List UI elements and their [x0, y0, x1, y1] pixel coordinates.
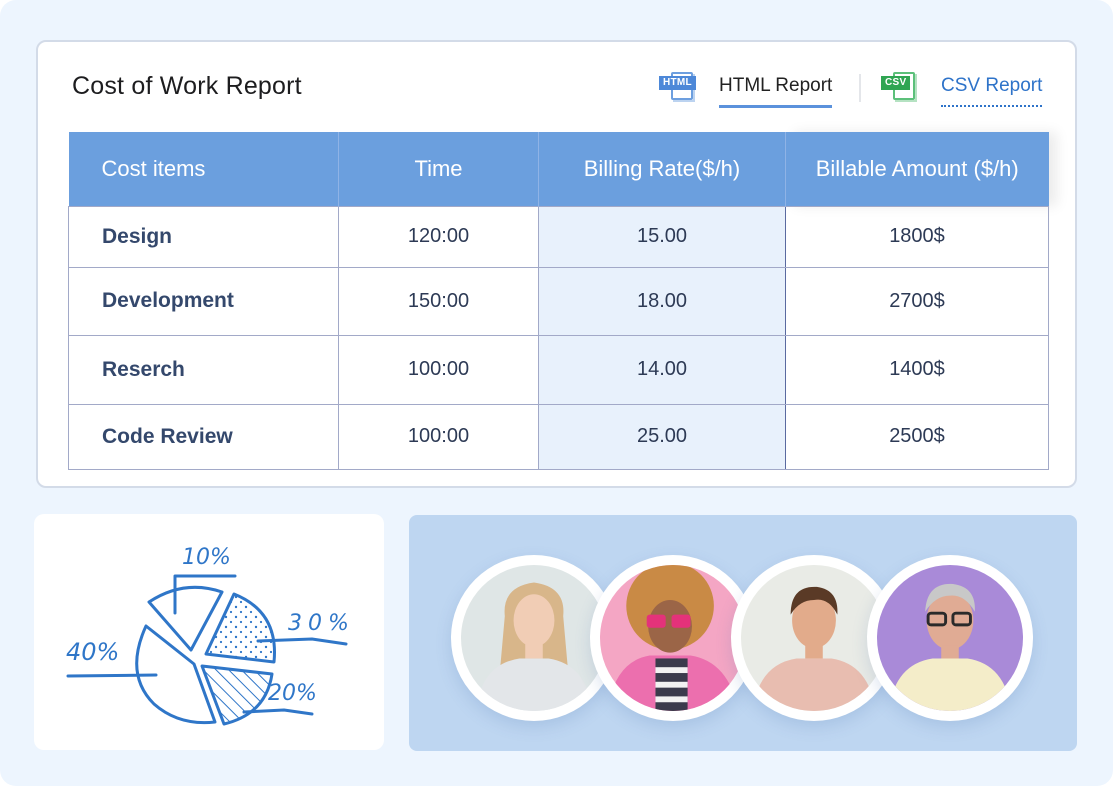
avatar-older-man-glasses-icon [877, 565, 1023, 711]
report-title: Cost of Work Report [72, 72, 302, 100]
cell-item: Development [68, 266, 339, 336]
pie-label-20: 20% [268, 681, 317, 706]
table-row: Design 120:00 15.00 1800$ [68, 205, 1049, 268]
leader-20 [242, 708, 314, 716]
header-billing-rate: Billing Rate($/h) [538, 132, 786, 206]
avatar-man-smiling-icon [741, 565, 887, 711]
pie-sketch-illustration: 10% 30% 20% 40% [66, 545, 355, 726]
tab-divider [859, 74, 861, 102]
cell-rate: 18.00 [538, 266, 786, 336]
html-badge: HTML [659, 76, 696, 90]
avatar-woman-blonde-icon [461, 565, 607, 711]
csv-report-tab[interactable]: CSV CSV Report [877, 66, 1043, 108]
cell-item: Reserch [68, 334, 339, 405]
leader-40 [66, 673, 158, 678]
html-report-tab[interactable]: HTML HTML Report [655, 66, 833, 108]
leader-10 [173, 574, 237, 615]
cost-report-card: Cost of Work Report HTML HTML Report CSV… [36, 40, 1077, 488]
pie-sketch-panel: 10% 30% 20% 40% [34, 514, 384, 750]
pie-label-30: 30% [288, 611, 355, 636]
cell-item: Design [68, 205, 339, 268]
avatar [867, 555, 1033, 721]
cost-table: Cost items Time Billing Rate($/h) Billab… [68, 132, 1049, 470]
header-cost-items: Cost items [68, 132, 339, 206]
team-panel [409, 515, 1077, 751]
cell-rate: 15.00 [538, 205, 786, 268]
cell-amount: 2500$ [785, 403, 1049, 470]
csv-report-link[interactable]: CSV Report [941, 67, 1043, 107]
html-file-icon: HTML [655, 70, 699, 104]
header-time: Time [338, 132, 539, 206]
cell-amount: 2700$ [785, 266, 1049, 336]
cell-time: 100:00 [338, 403, 539, 470]
cell-time: 150:00 [338, 266, 539, 336]
csv-badge: CSV [881, 76, 911, 90]
cell-amount: 1800$ [785, 205, 1049, 268]
table-row: Development 150:00 18.00 2700$ [68, 266, 1049, 336]
cell-item: Code Review [68, 403, 339, 470]
cell-amount: 1400$ [785, 334, 1049, 405]
export-tabs: HTML HTML Report CSV CSV Report [655, 66, 1075, 108]
page-background: Cost of Work Report HTML HTML Report CSV… [0, 0, 1113, 786]
cell-time: 120:00 [338, 205, 539, 268]
table-row: Reserch 100:00 14.00 1400$ [68, 334, 1049, 405]
table-header-row: Cost items Time Billing Rate($/h) Billab… [68, 132, 1049, 206]
cell-rate: 14.00 [538, 334, 786, 405]
pie-label-10: 10% [182, 545, 231, 570]
header-billable-amount: Billable Amount ($/h) [785, 132, 1049, 206]
table-row: Code Review 100:00 25.00 2500$ [68, 403, 1049, 470]
cell-rate: 25.00 [538, 403, 786, 470]
avatar-woman-curly-pink-glasses-icon [600, 565, 746, 711]
html-report-label: HTML Report [719, 67, 833, 108]
pie-label-40: 40% [66, 638, 119, 666]
csv-file-icon: CSV [877, 70, 921, 104]
cell-time: 100:00 [338, 334, 539, 405]
